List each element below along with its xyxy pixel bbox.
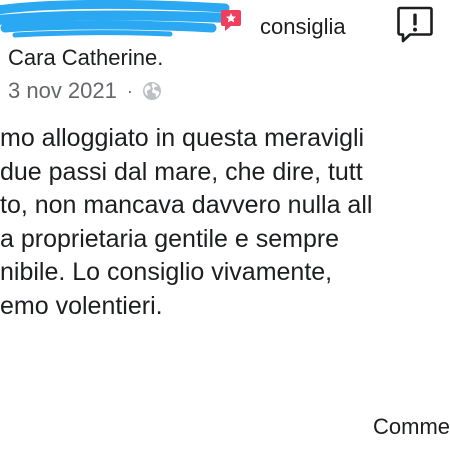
- review-meta: 3 nov 2021 ·: [8, 77, 162, 105]
- review-line: emo volentieri.: [0, 291, 163, 320]
- review-line: nibile. Lo consiglio vivamente,: [0, 258, 333, 286]
- star-tag-icon: [221, 10, 241, 31]
- reviewer-name[interactable]: Cara Catherine.: [8, 44, 163, 72]
- meta-separator: ·: [126, 80, 133, 101]
- review-line: due passi dal mare, che dire, tutt: [0, 157, 363, 186]
- report-button[interactable]: [396, 5, 434, 45]
- redacted-name-scribble: [0, 0, 235, 38]
- globe-icon: [142, 82, 161, 100]
- review-line: to, non mancava davvero nulla all: [0, 191, 373, 219]
- review-date[interactable]: 3 nov 2021: [8, 78, 117, 104]
- review-line: a proprietaria gentile e sempre: [0, 224, 340, 253]
- review-line: mo alloggiato in questa meravigli: [0, 124, 365, 152]
- review-text: mo alloggiato in questa meravigli due pa…: [0, 122, 450, 323]
- comment-button[interactable]: Comme: [373, 413, 450, 441]
- recommend-label: consiglia: [260, 14, 346, 39]
- exclamation-speech-bubble-icon: [397, 6, 433, 43]
